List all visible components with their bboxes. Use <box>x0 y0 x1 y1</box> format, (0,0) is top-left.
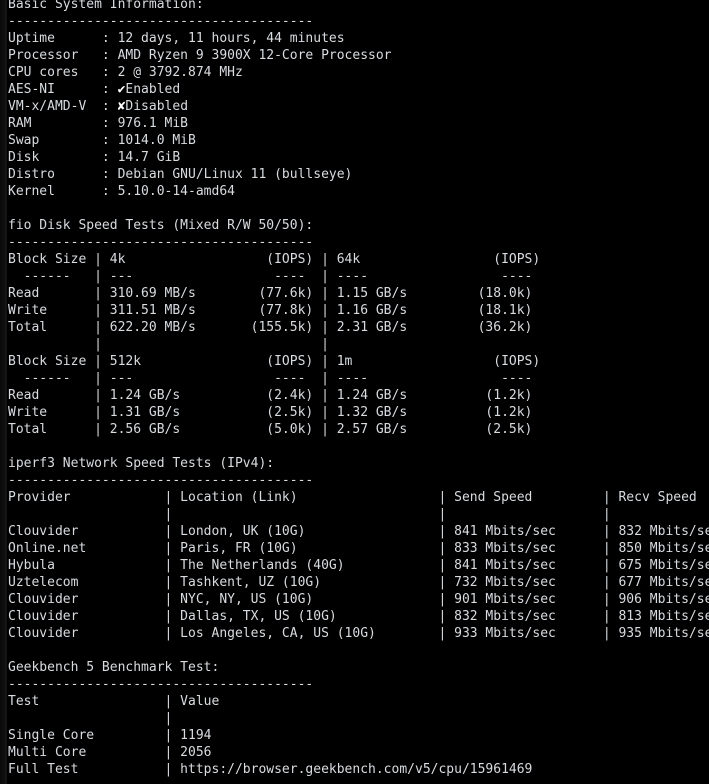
terminal-left-edge-artifact <box>0 0 7 784</box>
terminal-output: Basic System Information: --------------… <box>8 0 709 777</box>
terminal-window[interactable]: Basic System Information: --------------… <box>0 0 709 784</box>
